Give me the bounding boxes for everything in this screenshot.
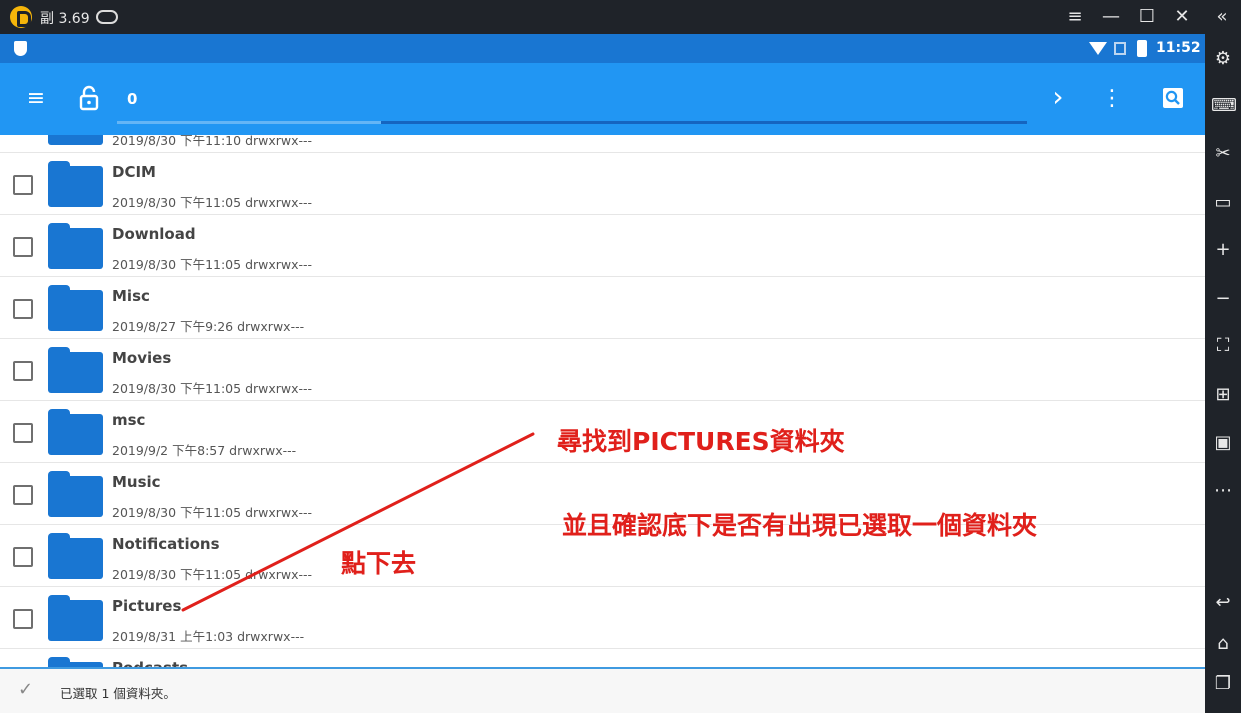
scissors-icon[interactable]: ✂ (1211, 142, 1235, 166)
emulator-title-bar: 副 3.69 ≡ — ☐ ✕ « (0, 0, 1241, 34)
volume-down-icon[interactable]: − (1211, 287, 1235, 311)
add-window-icon[interactable]: ⊞ (1211, 383, 1235, 407)
recent-apps-icon[interactable]: ❐ (1211, 672, 1235, 696)
close-button[interactable]: ✕ (1172, 7, 1192, 27)
more-options-icon[interactable]: ⋯ (1211, 479, 1235, 503)
emulator-logo-icon (10, 6, 32, 28)
minimize-button[interactable]: — (1101, 7, 1121, 27)
annotation-arrow-line (181, 432, 535, 612)
home-icon[interactable]: ⌂ (1211, 632, 1235, 656)
emulator-window: 副 3.69 ≡ — ☐ ✕ « 11:52 ≡ 0 › ⋮ 2019/8/30… (0, 0, 1241, 713)
fullscreen-icon[interactable]: ⛶ (1211, 334, 1235, 358)
annotation-confirm-selection: 並且確認底下是否有出現已選取一個資料夾 (562, 511, 1038, 540)
gamepad-icon[interactable] (96, 10, 118, 24)
volume-up-icon[interactable]: + (1211, 238, 1235, 262)
maximize-button[interactable]: ☐ (1137, 7, 1157, 27)
annotation-find-pictures: 尋找到PICTURES資料夾 (557, 427, 845, 456)
back-icon[interactable]: ↩ (1211, 591, 1235, 615)
apk-install-icon[interactable]: ▣ (1211, 431, 1235, 455)
android-screen: 11:52 ≡ 0 › ⋮ 2019/8/30 下午11:10 drwxrwx-… (0, 34, 1205, 713)
window-title: 副 3.69 (40, 11, 90, 27)
screen-record-icon[interactable]: ▭ (1211, 191, 1235, 215)
settings-gear-icon[interactable]: ⚙ (1211, 47, 1235, 71)
emulator-side-toolbar: ⚙ ⌨ ✂ ▭ + − ⛶ ⊞ ▣ ⋯ ↩ ⌂ ❐ (1205, 34, 1241, 713)
menu-button[interactable]: ≡ (1065, 7, 1085, 27)
keyboard-icon[interactable]: ⌨ (1211, 94, 1237, 118)
annotation-tap-here: 點下去 (341, 549, 417, 578)
collapse-sidebar-button[interactable]: « (1212, 7, 1232, 27)
